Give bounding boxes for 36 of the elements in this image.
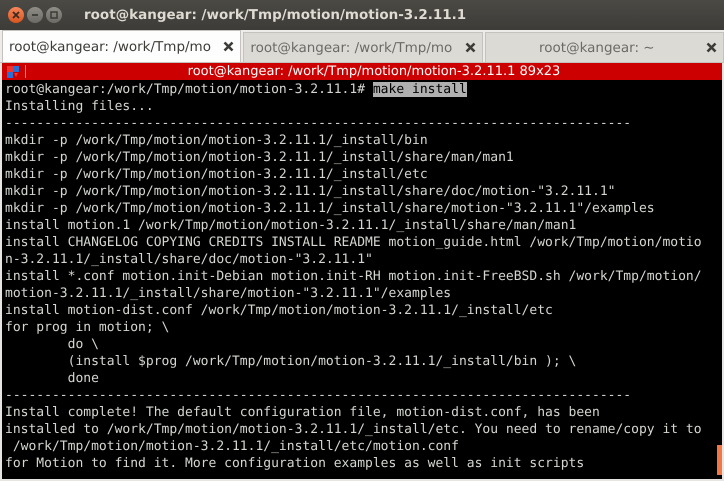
close-icon[interactable] (8, 7, 24, 23)
close-icon[interactable] (464, 42, 476, 53)
selected-command: make install (372, 82, 467, 97)
tab[interactable]: root@kangear: ~ (484, 32, 724, 62)
close-icon[interactable] (706, 42, 717, 53)
output-line: n-3.2.11.1/_install/share/doc/motion-"3.2.11.1" (5, 252, 373, 267)
scrollbar-thumb[interactable] (717, 445, 722, 475)
output-line: (install $prog /work/Tmp/motion/motion-3.2.11.1/_install/bin ); \ (66, 354, 576, 369)
terminal-title: root@kangear: /work/Tmp/motion/motion-3.2.11.1 89x23 (186, 64, 562, 79)
output-line: mkdir -p /work/Tmp/motion/motion-3.2.11.1/_install/etc (5, 167, 428, 182)
output-line: done (66, 371, 99, 386)
output-line: mkdir -p /work/Tmp/motion/motion-3.2.11.1/_install/share/doc/motion-"3.2.11.1" (5, 184, 616, 199)
output-line: mkdir -p /work/Tmp/motion/motion-3.2.11.1/_install/share/man/man1 (5, 150, 514, 165)
output-line: Installing files... (5, 99, 154, 114)
output-line: do \ (66, 337, 99, 352)
output-line: for Motion to find it. More configuration examples as well as init scripts (5, 456, 584, 471)
maximize-icon[interactable] (46, 7, 62, 23)
shell-prompt: root@kangear:/work/Tmp/motion/motion-3.2.11.1# (5, 82, 366, 97)
output-line: motion-3.2.11.1/_install/share/motion-"3.2.11.1"/examples (5, 286, 452, 301)
window-title: root@kangear: /work/Tmp/motion/motion-3.2.11.1 (84, 7, 466, 23)
close-icon[interactable] (223, 41, 234, 52)
output-line: install motion-dist.conf /work/Tmp/motion/motion-3.2.11.1/_install/etc (5, 303, 553, 318)
output-line: /work/Tmp/motion/motion-3.2.11.1/_install/etc/motion.conf (12, 439, 459, 454)
tab[interactable]: root@kangear: /work/Tmp/mo (2, 30, 242, 62)
output-line: -------------------------------------------------------------------------------- (5, 388, 632, 403)
tab[interactable]: root@kangear: /work/Tmp/mo (243, 32, 483, 62)
output-line: for prog in motion; \ (5, 320, 170, 335)
output-line: install *.conf motion.init-Debian motion.init-RH motion.init-FreeBSD.sh /work/Tmp/motion/ (5, 269, 702, 284)
output-line: -------------------------------------------------------------------------------- (5, 116, 632, 131)
output-line: mkdir -p /work/Tmp/motion/motion-3.2.11.1/_install/share/motion-"3.2.11.1"/examples (5, 201, 655, 216)
output-line: install motion.1 /work/Tmp/motion/motion-3.2.11.1/_install/share/man/man1 (5, 218, 576, 233)
minimize-icon[interactable] (27, 7, 43, 23)
output-line: install CHANGELOG COPYING CREDITS INSTALL README motion_guide.html /work/Tmp/motion/motio (5, 235, 702, 250)
output-line: Install complete! The default configuration file, motion-dist.conf, has been (5, 405, 600, 420)
output-line: installed to /work/Tmp/motion/motion-3.2.11.1/_install/etc. You need to rename/copy it to (5, 422, 702, 437)
output-line: mkdir -p /work/Tmp/motion/motion-3.2.11.1/_install/bin (5, 133, 428, 148)
